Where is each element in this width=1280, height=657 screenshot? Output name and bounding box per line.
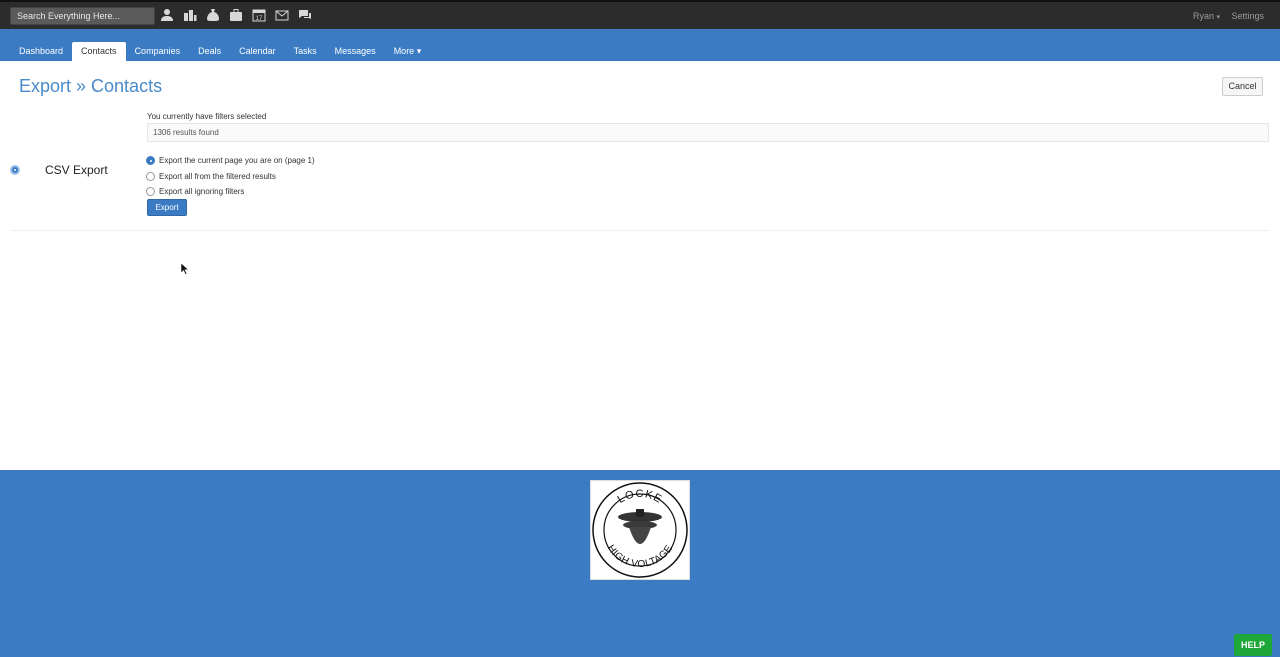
divider bbox=[10, 230, 1270, 231]
export-button[interactable]: Export bbox=[147, 199, 187, 216]
user-menu[interactable]: Ryan ▾ bbox=[1193, 11, 1220, 21]
option-label: Export all from the filtered results bbox=[159, 171, 276, 181]
option-label: Export the current page you are on (page… bbox=[159, 156, 315, 166]
settings-link[interactable]: Settings bbox=[1231, 11, 1264, 21]
tab-messages[interactable]: Messages bbox=[326, 42, 385, 61]
filter-note: You currently have filters selected bbox=[147, 112, 267, 121]
page-title: Export » Contacts bbox=[19, 76, 163, 96]
cancel-button[interactable]: Cancel bbox=[1222, 77, 1263, 96]
help-button[interactable]: HELP bbox=[1234, 634, 1272, 656]
company-logo: LOCKE HIGH VOLTAGE bbox=[590, 480, 690, 580]
briefcase-icon[interactable] bbox=[229, 8, 243, 22]
person-icon[interactable] bbox=[160, 8, 174, 22]
radio-all[interactable] bbox=[146, 187, 155, 197]
main-nav: Dashboard Contacts Companies Deals Calen… bbox=[0, 29, 1280, 61]
radio-filtered[interactable] bbox=[146, 171, 155, 181]
section-indicator-icon bbox=[10, 165, 20, 175]
section-label: CSV Export bbox=[45, 163, 108, 177]
tab-deals[interactable]: Deals bbox=[189, 42, 230, 61]
buildings-icon[interactable] bbox=[183, 8, 197, 22]
tab-tasks[interactable]: Tasks bbox=[285, 42, 326, 61]
export-option-current-page[interactable]: Export the current page you are on (page… bbox=[146, 153, 315, 169]
calendar-icon-day: 17 bbox=[256, 16, 263, 22]
tab-dashboard[interactable]: Dashboard bbox=[10, 42, 72, 61]
export-options: Export the current page you are on (page… bbox=[146, 153, 315, 200]
user-caret-icon: ▾ bbox=[1216, 14, 1220, 21]
radio-current-page[interactable] bbox=[146, 156, 155, 166]
export-option-all[interactable]: Export all ignoring filters bbox=[146, 184, 315, 200]
chat-icon[interactable] bbox=[298, 8, 312, 22]
top-bar: 17 Ryan ▾ Settings bbox=[0, 0, 1280, 29]
export-option-filtered[interactable]: Export all from the filtered results bbox=[146, 169, 315, 185]
money-bag-icon[interactable] bbox=[206, 8, 220, 22]
user-name: Ryan bbox=[1192, 11, 1214, 21]
tab-more[interactable]: More ▾ bbox=[385, 42, 431, 61]
tab-companies[interactable]: Companies bbox=[126, 42, 190, 61]
mouse-cursor-icon bbox=[181, 263, 189, 275]
results-count: 1306 results found bbox=[147, 123, 1269, 142]
envelope-icon[interactable] bbox=[275, 8, 289, 22]
search-input[interactable] bbox=[10, 7, 155, 25]
top-icons: 17 bbox=[160, 8, 312, 22]
calendar-icon[interactable]: 17 bbox=[252, 8, 266, 22]
tab-contacts[interactable]: Contacts bbox=[72, 42, 126, 61]
option-label: Export all ignoring filters bbox=[159, 187, 245, 197]
tab-calendar[interactable]: Calendar bbox=[230, 42, 285, 61]
